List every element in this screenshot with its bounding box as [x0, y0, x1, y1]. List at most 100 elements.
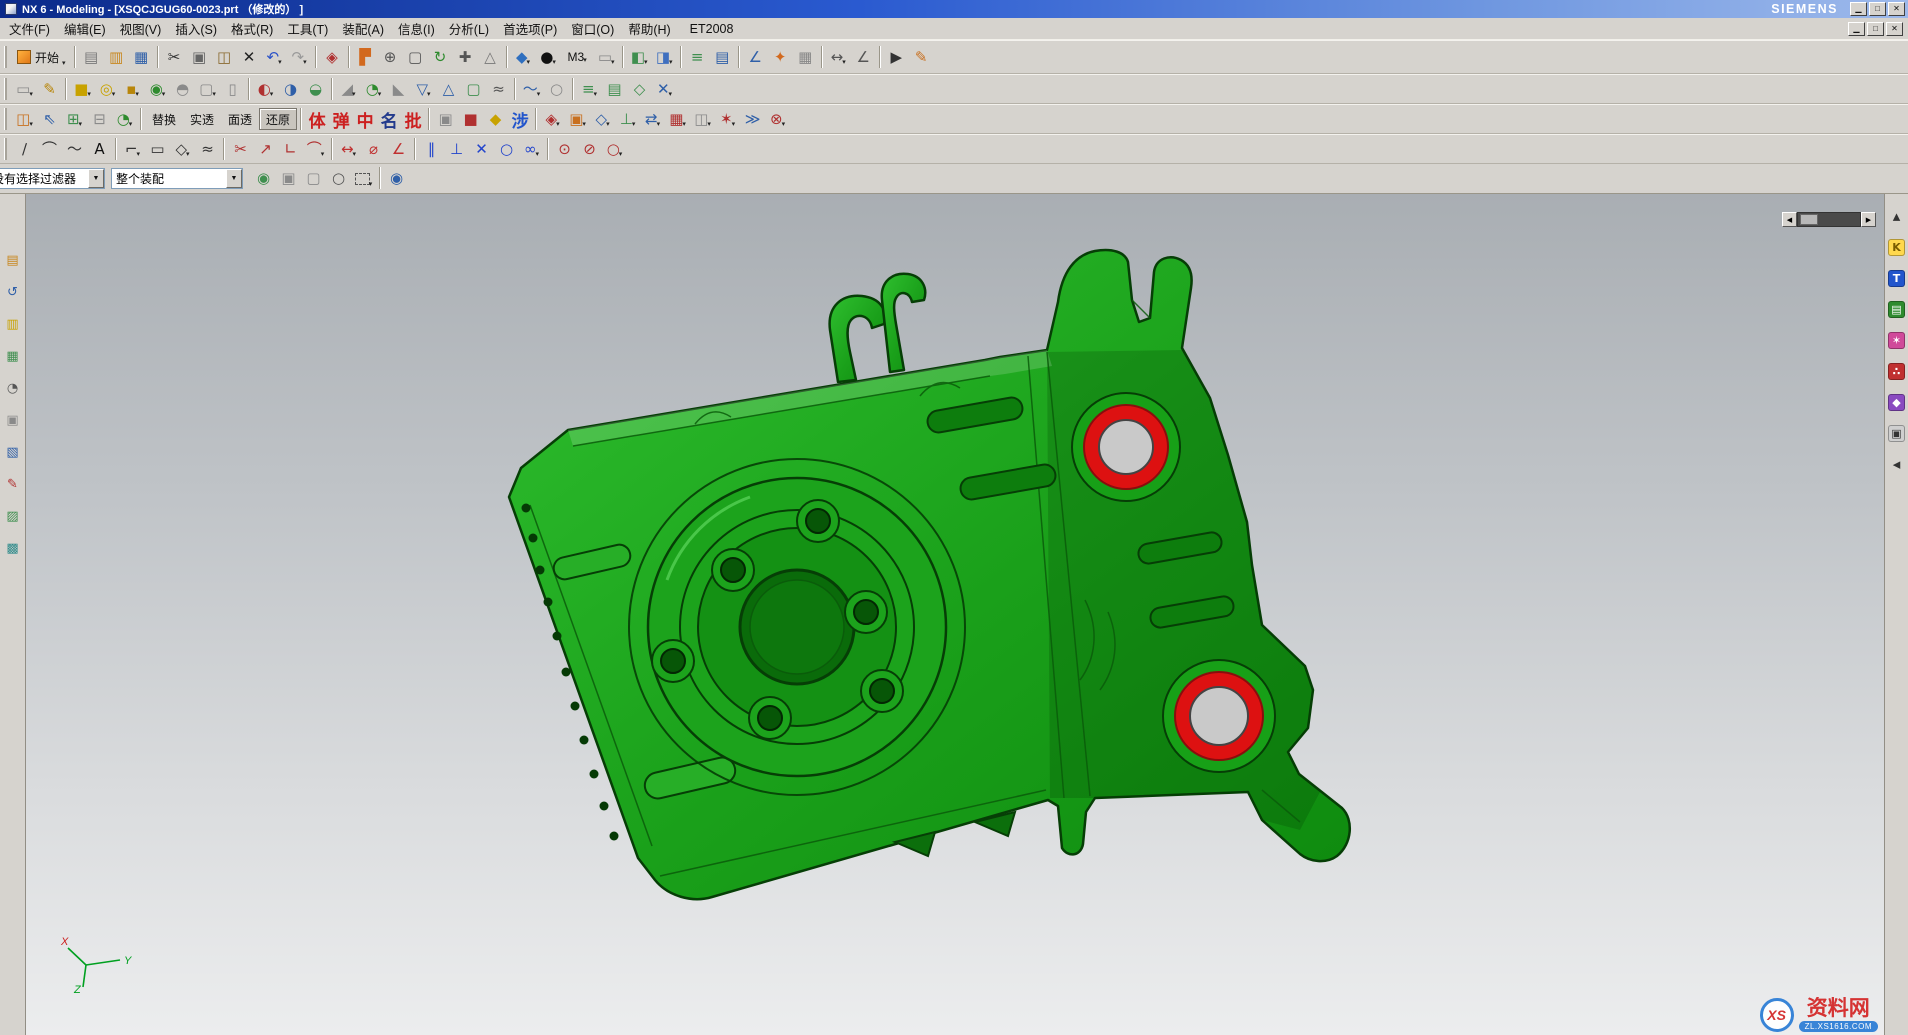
chamfer-icon[interactable]: ◣	[386, 77, 411, 101]
widgets-icon[interactable]: ▣	[1887, 423, 1907, 443]
measure-angle-icon[interactable]: ∠	[851, 45, 876, 69]
undo-icon[interactable]: ↶▾	[262, 45, 287, 69]
block-icon[interactable]: ▪▾	[120, 77, 145, 101]
batch-tool-button[interactable]: 批	[401, 107, 425, 131]
grid-icon[interactable]: ▦	[793, 45, 818, 69]
roles-icon[interactable]: ▤	[3, 250, 23, 270]
rotate-view-icon[interactable]: ↻	[428, 45, 453, 69]
hole-icon[interactable]: ◉▾	[145, 77, 170, 101]
quick-trim-icon[interactable]: ✂	[228, 137, 253, 161]
cut-icon[interactable]: ✂	[162, 45, 187, 69]
ellipse-icon[interactable]: ○▾	[602, 137, 627, 161]
shaded-view-icon[interactable]: ◆▾	[511, 45, 536, 69]
perpendicular-constraint-icon[interactable]: ⊥	[444, 137, 469, 161]
viewport-h-scrollbar[interactable]: ◀ ▶	[1782, 212, 1876, 227]
save-icon[interactable]: ▦	[129, 45, 154, 69]
resize-blend-icon[interactable]: ◔▾	[112, 107, 137, 131]
measure-distance-icon[interactable]: ↔▾	[826, 45, 851, 69]
history-icon[interactable]: ↺	[3, 282, 23, 302]
through-curves-icon[interactable]: ≡▾	[577, 77, 602, 101]
assembly-constraints-icon[interactable]: ⊥▾	[615, 107, 640, 131]
pattern-component-icon[interactable]: ▦▾	[665, 107, 690, 131]
exploded-view-icon[interactable]: ✶▾	[715, 107, 740, 131]
parallel-constraint-icon[interactable]: ∥	[419, 137, 444, 161]
show-constraints-icon[interactable]: ∞▾	[519, 137, 544, 161]
palette-balls-icon[interactable]: ∴	[1887, 361, 1907, 381]
command-stamp-icon[interactable]: ◈	[320, 45, 345, 69]
palette-icon[interactable]: ▦	[3, 346, 23, 366]
delete-icon[interactable]: ✕	[237, 45, 262, 69]
tube-icon[interactable]: ○	[544, 77, 569, 101]
extrude-icon[interactable]: ■▾	[70, 77, 95, 101]
open-component-icon[interactable]: ▣▾	[565, 107, 590, 131]
new-icon[interactable]: ▤	[79, 45, 104, 69]
open-icon[interactable]: ▥	[104, 45, 129, 69]
chart-icon[interactable]: ▨	[3, 506, 23, 526]
menu-item-et2008[interactable]: ET2008	[678, 20, 746, 38]
menu-item-10[interactable]: 窗口(O)	[564, 17, 621, 40]
restore-button[interactable]: □	[1869, 2, 1886, 16]
collapse-arrow-icon[interactable]: ◂	[1887, 454, 1907, 474]
move-face-icon[interactable]: ◫▾	[12, 107, 37, 131]
interference-check-button[interactable]: 涉	[508, 107, 532, 131]
edge-blend-icon[interactable]: ◔▾	[361, 77, 386, 101]
replace-face-icon[interactable]: ⊟	[87, 107, 112, 131]
find-in-view-icon[interactable]: ○	[326, 167, 351, 191]
offset-region-icon[interactable]: ⊞▾	[62, 107, 87, 131]
clock-icon[interactable]: ◔	[3, 378, 23, 398]
solid-translucency-button[interactable]: 实透	[183, 108, 221, 130]
paste-icon[interactable]: ◫	[212, 45, 237, 69]
spring-tool-button[interactable]: 弹	[329, 107, 353, 131]
pocket-icon[interactable]: ▢▾	[195, 77, 220, 101]
n-sided-surface-icon[interactable]: ◇	[627, 77, 652, 101]
selection-filter-dropdown-icon[interactable]: ▼	[88, 169, 104, 188]
perspective-icon[interactable]: △	[478, 45, 503, 69]
find-component-icon[interactable]: ◈▾	[540, 107, 565, 131]
delete-constraint-icon[interactable]: ✕	[469, 137, 494, 161]
scroll-right-icon[interactable]: ▶	[1861, 212, 1876, 227]
menu-item-5[interactable]: 工具(T)	[280, 17, 335, 40]
quick-extend-icon[interactable]: ↗	[253, 137, 278, 161]
orient-view-icon[interactable]: ◧▾	[627, 45, 652, 69]
toolbar-grip[interactable]	[4, 108, 7, 130]
make-corner-icon[interactable]: ∟	[278, 137, 303, 161]
annotate-icon[interactable]: ✎	[909, 45, 934, 69]
sphere-select-icon[interactable]: ◉	[384, 167, 409, 191]
red-block-tool-icon[interactable]: ■	[458, 107, 483, 131]
close-button[interactable]: ✕	[1888, 2, 1905, 16]
materials-icon[interactable]: ◆	[1887, 392, 1907, 412]
menu-item-11[interactable]: 帮助(H)	[621, 17, 677, 40]
angular-dimension-icon[interactable]: ∠	[386, 137, 411, 161]
fit-view-icon[interactable]: ▛	[353, 45, 378, 69]
menu-item-7[interactable]: 信息(I)	[391, 17, 442, 40]
document-icon[interactable]: ▣	[3, 410, 23, 430]
shell-icon[interactable]: ▢	[461, 77, 486, 101]
layer-settings-icon[interactable]: ▤	[710, 45, 735, 69]
menu-item-9[interactable]: 首选项(P)	[496, 17, 564, 40]
polygon-icon[interactable]: ◇▾	[170, 137, 195, 161]
pan-view-icon[interactable]: ✚	[453, 45, 478, 69]
pull-face-icon[interactable]: ⇖	[37, 107, 62, 131]
toolbar-grip[interactable]	[4, 46, 7, 68]
part-tool-icon[interactable]: ▣	[433, 107, 458, 131]
ruled-surface-icon[interactable]: ▤	[602, 77, 627, 101]
auto-dimension-icon[interactable]: ↔▾	[336, 137, 361, 161]
intersect-icon[interactable]: ◒	[303, 77, 328, 101]
circle-center-icon[interactable]: ⊙	[552, 137, 577, 161]
sketch-icon[interactable]: ✎	[37, 77, 62, 101]
toolbar-grip[interactable]	[4, 78, 7, 100]
toolbar-grip[interactable]	[4, 138, 7, 160]
menu-item-3[interactable]: 插入(S)	[168, 17, 224, 40]
child-close-button[interactable]: ✕	[1886, 22, 1903, 36]
child-restore-button[interactable]: □	[1867, 22, 1884, 36]
revolve-icon[interactable]: ◎▾	[95, 77, 120, 101]
line-icon[interactable]: ∕	[12, 137, 37, 161]
drag-component-icon[interactable]: ◇▾	[590, 107, 615, 131]
center-tool-button[interactable]: 中	[353, 107, 377, 131]
replace-display-button[interactable]: 替换	[145, 108, 183, 130]
text-tools-icon[interactable]: T	[1887, 268, 1907, 288]
selection-filter-combo[interactable]: 没有选择过滤器 ▼	[0, 168, 105, 189]
radial-dimension-icon[interactable]: ⌀	[361, 137, 386, 161]
layers-icon[interactable]: ▩	[3, 538, 23, 558]
menu-item-4[interactable]: 格式(R)	[224, 17, 280, 40]
